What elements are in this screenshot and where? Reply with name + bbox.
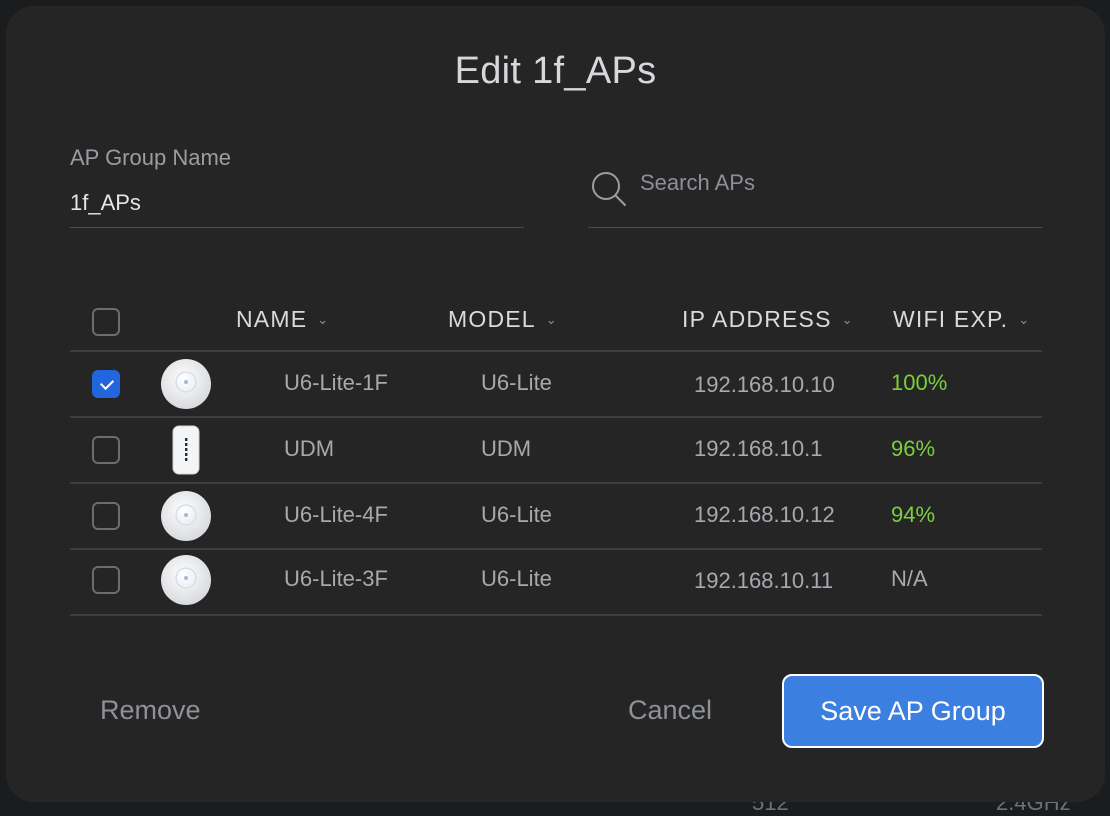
save-ap-group-button[interactable]: Save AP Group xyxy=(782,674,1044,748)
udm-icon xyxy=(172,425,200,475)
table-row[interactable]: U6-Lite-3F U6-Lite 192.168.10.11 N/A xyxy=(70,550,1042,616)
chevron-down-icon: ⌄ xyxy=(1018,311,1030,327)
row-name: U6-Lite-1F xyxy=(284,370,388,395)
column-header-model[interactable]: MODEL ⌄ xyxy=(448,306,557,333)
column-header-model-label: MODEL xyxy=(448,306,536,332)
table-row[interactable]: U6-Lite-4F U6-Lite 192.168.10.12 94% xyxy=(70,484,1042,550)
select-all-checkbox[interactable] xyxy=(92,308,120,336)
column-header-wifi-exp-label: WIFI EXP. xyxy=(893,306,1009,332)
chevron-down-icon: ⌄ xyxy=(545,311,557,327)
column-header-name-label: NAME xyxy=(236,306,308,332)
dialog-title: Edit 1f_APs xyxy=(454,50,657,92)
table-row[interactable]: U6-Lite-1F U6-Lite 192.168.10.10 100% xyxy=(70,352,1042,418)
u6-lite-icon xyxy=(161,491,211,541)
search-field[interactable] xyxy=(588,158,1042,228)
row-name: U6-Lite-3F xyxy=(284,566,388,591)
row-ip: 192.168.10.12 xyxy=(694,502,835,527)
row-name: UDM xyxy=(284,436,335,461)
row-model: U6-Lite xyxy=(481,502,552,527)
row-model: U6-Lite xyxy=(481,566,552,591)
row-checkbox[interactable] xyxy=(92,502,120,530)
row-name: U6-Lite-4F xyxy=(284,502,388,527)
row-model: U6-Lite xyxy=(481,370,552,395)
group-name-input[interactable] xyxy=(70,184,524,228)
remove-button[interactable]: Remove xyxy=(94,694,207,727)
column-header-ip[interactable]: IP ADDRESS ⌄ xyxy=(682,306,853,333)
row-wifi-exp: 94% xyxy=(891,502,936,527)
u6-lite-icon xyxy=(161,555,211,605)
table-row[interactable]: UDM UDM 192.168.10.1 96% xyxy=(70,418,1042,484)
ap-table: NAME ⌄ MODEL ⌄ IP ADDRESS ⌄ WIFI EXP. ⌄ U6-L… xyxy=(70,294,1042,616)
row-ip: 192.168.10.1 xyxy=(694,436,823,461)
cancel-button[interactable]: Cancel xyxy=(622,694,718,727)
row-checkbox[interactable] xyxy=(92,370,120,398)
table-header: NAME ⌄ MODEL ⌄ IP ADDRESS ⌄ WIFI EXP. ⌄ xyxy=(70,294,1042,352)
row-ip: 192.168.10.10 xyxy=(694,372,835,397)
row-wifi-exp: 100% xyxy=(891,370,948,395)
row-model: UDM xyxy=(481,436,532,461)
row-ip: 192.168.10.11 xyxy=(694,568,834,593)
chevron-down-icon: ⌄ xyxy=(841,311,853,327)
search-input[interactable] xyxy=(638,166,1032,200)
column-header-wifi-exp[interactable]: WIFI EXP. ⌄ xyxy=(893,306,1029,333)
column-header-name[interactable]: NAME ⌄ xyxy=(236,306,328,333)
group-name-label: AP Group Name xyxy=(70,145,232,170)
row-checkbox[interactable] xyxy=(92,436,120,464)
chevron-down-icon: ⌄ xyxy=(317,311,329,327)
column-header-ip-label: IP ADDRESS xyxy=(682,306,832,332)
edit-ap-group-dialog: Edit 1f_APs AP Group Name NAME ⌄ MODEL ⌄ I… xyxy=(6,6,1105,802)
search-icon xyxy=(592,172,626,206)
u6-lite-icon xyxy=(161,359,211,409)
row-wifi-exp: 96% xyxy=(891,436,936,461)
row-wifi-exp: N/A xyxy=(891,566,928,591)
row-checkbox[interactable] xyxy=(92,566,120,594)
